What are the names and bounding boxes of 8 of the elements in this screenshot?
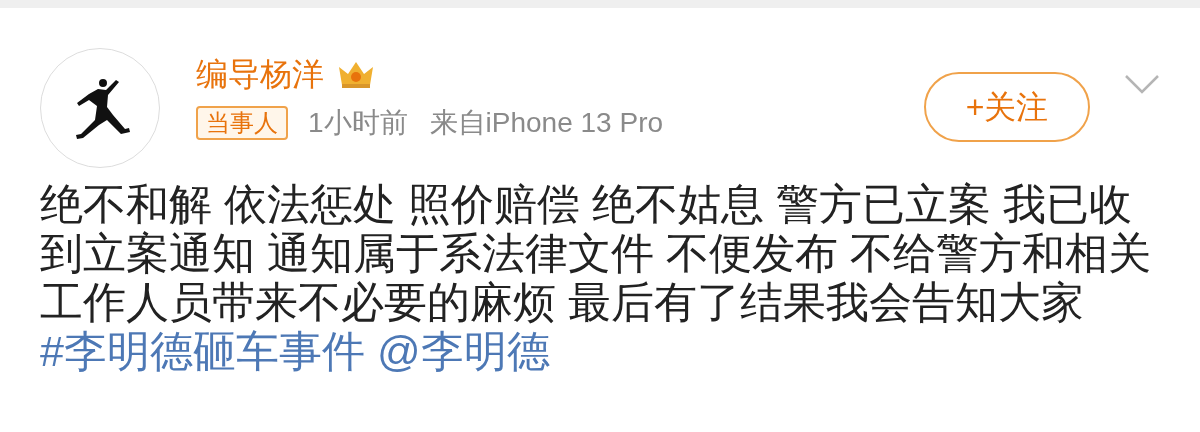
role-tag: 当事人 — [196, 106, 288, 140]
post-time: 1小时前 — [308, 107, 408, 139]
mention-link[interactable]: @李明德 — [376, 327, 550, 375]
follow-button[interactable]: +关注 — [924, 72, 1090, 142]
post-source: 来自iPhone 13 Pro — [429, 107, 664, 139]
user-name[interactable]: 编导杨洋 — [196, 52, 324, 96]
topic-link[interactable]: #李明德砸车事件 — [40, 327, 365, 375]
post-text: 绝不和解 依法惩处 照价赔偿 绝不姑息 警方已立案 我已收到立案通知 通知属于系法律文件 不便发布 不给警方和相关工作人员带来不必要的麻烦 最后有了结果我会告知大家 #李明德砸车事件 @李明德 — [40, 180, 1152, 376]
